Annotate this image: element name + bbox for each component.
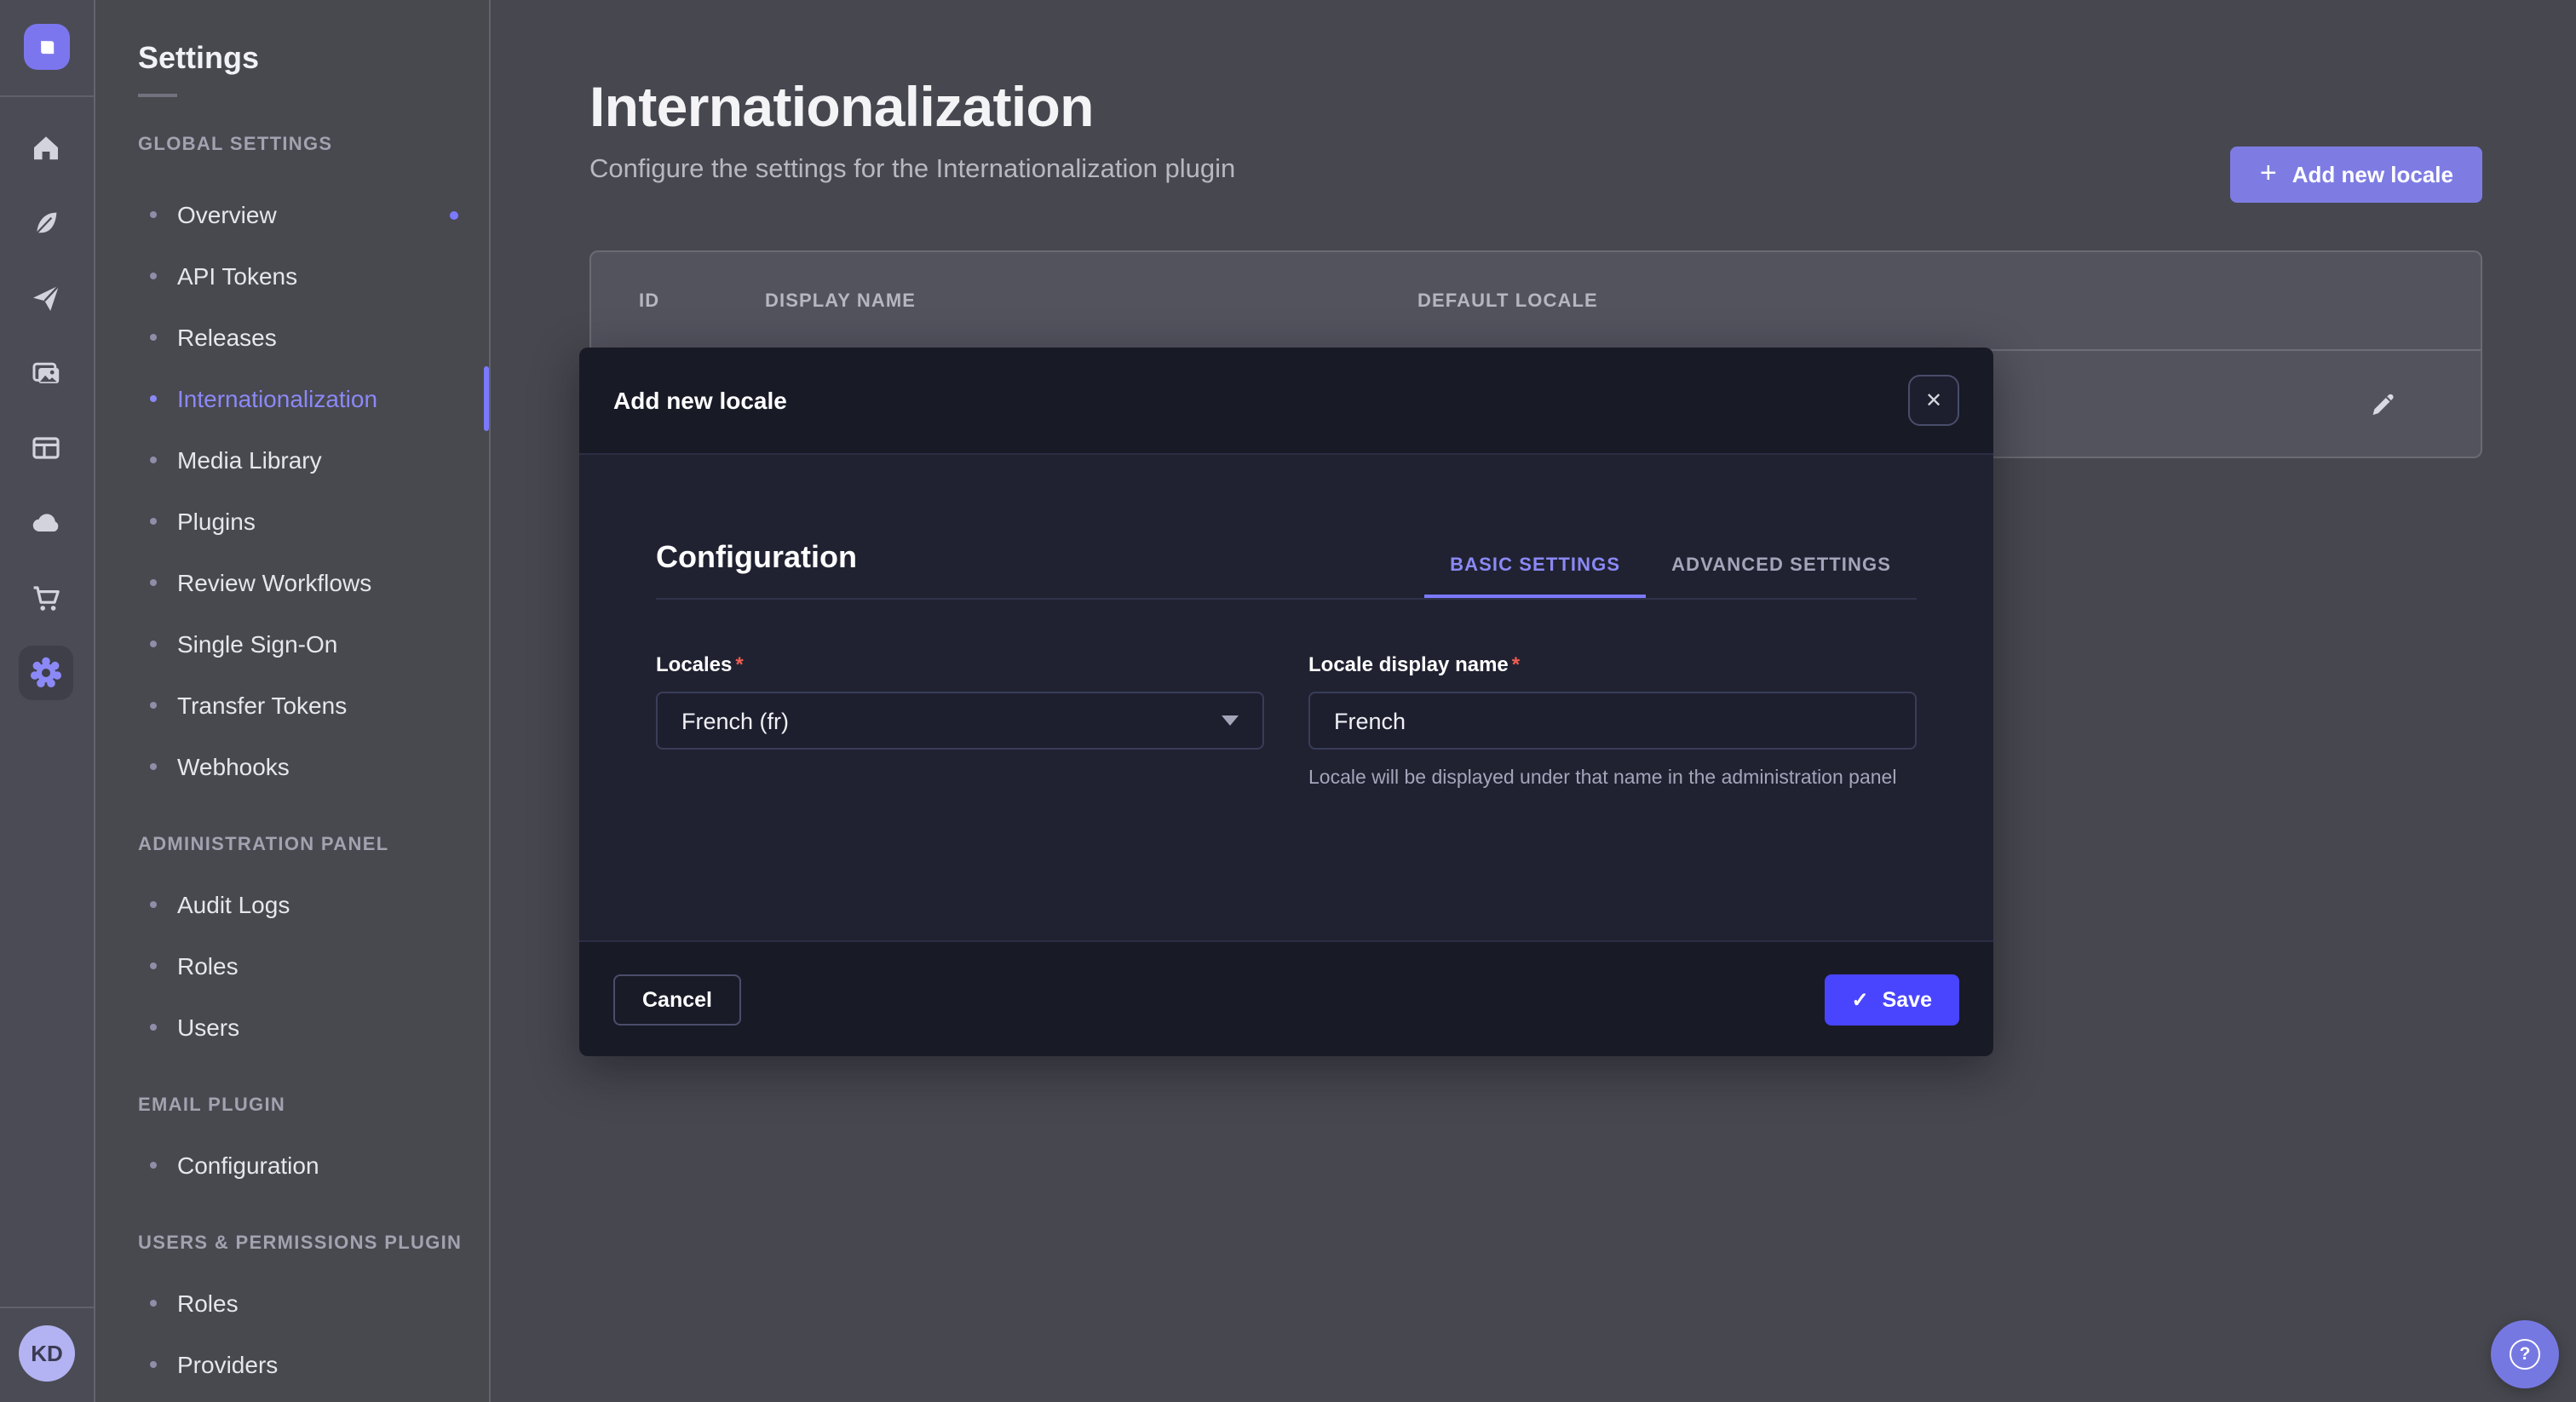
modal-header: Add new locale ✕ <box>579 348 1993 455</box>
table-header-row: ID DISPLAY NAME DEFAULT LOCALE <box>591 252 2481 351</box>
required-asterisk: * <box>735 652 743 676</box>
bullet-icon <box>150 901 157 908</box>
sidebar-item-plugins[interactable]: Plugins <box>95 491 489 552</box>
bullet-icon <box>150 395 157 402</box>
rail-nav <box>0 97 92 721</box>
settings-tabs: BASIC SETTINGS ADVANCED SETTINGS <box>1424 555 1917 598</box>
modal-title: Add new locale <box>613 387 787 414</box>
sidebar-item-transfer-tokens[interactable]: Transfer Tokens <box>95 675 489 736</box>
media-library-icon[interactable] <box>19 346 73 400</box>
bullet-icon <box>150 1024 157 1031</box>
layout-panel-icon[interactable] <box>19 421 73 475</box>
bullet-icon <box>150 1300 157 1307</box>
sidebar-item-api-tokens[interactable]: API Tokens <box>95 245 489 307</box>
sidebar-item-admin-roles[interactable]: Roles <box>95 935 489 997</box>
bullet-icon <box>150 518 157 525</box>
workspace-rail: KD <box>0 0 95 1402</box>
section-header-administration-panel: ADMINISTRATION PANEL <box>138 835 489 857</box>
sidebar-item-media-library[interactable]: Media Library <box>95 429 489 491</box>
question-mark-icon: ? <box>2510 1339 2540 1370</box>
sidebar-item-up-providers[interactable]: Providers <box>95 1334 489 1395</box>
sidebar-item-overview[interactable]: Overview <box>95 184 489 245</box>
bullet-icon <box>150 763 157 770</box>
page-subtitle: Configure the settings for the Internati… <box>589 153 2482 186</box>
bullet-icon <box>150 273 157 279</box>
marketplace-cart-icon[interactable] <box>19 571 73 625</box>
bullet-icon <box>150 579 157 586</box>
sidebar-item-audit-logs[interactable]: Audit Logs <box>95 874 489 935</box>
column-header-display-name: DISPLAY NAME <box>765 290 1417 311</box>
save-button[interactable]: ✓ Save <box>1824 974 1959 1025</box>
locales-select[interactable]: French (fr) <box>656 692 1264 750</box>
help-button[interactable]: ? <box>2491 1320 2559 1388</box>
add-new-locale-modal: Add new locale ✕ Configuration BASIC SET… <box>579 348 1993 1056</box>
strapi-logo[interactable] <box>24 24 70 70</box>
rail-divider <box>0 1307 94 1308</box>
close-icon[interactable]: ✕ <box>1908 375 1959 426</box>
avatar-initials: KD <box>31 1341 63 1366</box>
active-item-indicator <box>484 366 489 431</box>
nav-list-global-settings: Overview API Tokens Releases Internation… <box>95 184 489 797</box>
sidebar-title: Settings <box>138 41 489 77</box>
column-header-id: ID <box>639 290 765 311</box>
configuration-title: Configuration <box>656 540 857 598</box>
settings-sidebar: Settings GLOBAL SETTINGS Overview API To… <box>95 0 491 1402</box>
section-header-email-plugin: EMAIL PLUGIN <box>138 1095 489 1118</box>
chevron-down-icon <box>1222 715 1239 726</box>
sidebar-item-email-configuration[interactable]: Configuration <box>95 1135 489 1196</box>
modal-body: Configuration BASIC SETTINGS ADVANCED SE… <box>579 455 1993 940</box>
sidebar-item-single-sign-on[interactable]: Single Sign-On <box>95 613 489 675</box>
display-name-label: Locale display name* <box>1308 652 1917 676</box>
content-manager-feather-icon[interactable] <box>19 196 73 250</box>
locale-form: Locales* French (fr) Locale display name… <box>656 652 1917 793</box>
display-name-helper-text: Locale will be displayed under that name… <box>1308 765 1917 793</box>
sidebar-item-internationalization[interactable]: Internationalization <box>95 368 489 429</box>
bullet-icon <box>150 1162 157 1169</box>
plus-icon: + <box>2260 158 2277 187</box>
send-plane-icon[interactable] <box>19 271 73 325</box>
check-icon: ✓ <box>1851 987 1868 1011</box>
cancel-button[interactable]: Cancel <box>613 974 741 1025</box>
bullet-icon <box>150 1361 157 1368</box>
bullet-icon <box>150 702 157 709</box>
sidebar-item-webhooks[interactable]: Webhooks <box>95 736 489 797</box>
modal-footer: Cancel ✓ Save <box>579 940 1993 1056</box>
cloud-icon[interactable] <box>19 496 73 550</box>
section-header-users-permissions-plugin: USERS & PERMISSIONS PLUGIN <box>138 1233 489 1255</box>
tab-basic-settings[interactable]: BASIC SETTINGS <box>1424 555 1646 598</box>
edit-pencil-icon[interactable] <box>2358 380 2406 428</box>
settings-gear-icon[interactable] <box>19 646 73 700</box>
app-viewport: KD Settings GLOBAL SETTINGS Overview API… <box>0 0 2576 1402</box>
sidebar-item-up-roles[interactable]: Roles <box>95 1273 489 1334</box>
locales-label: Locales* <box>656 652 1264 676</box>
home-icon[interactable] <box>19 121 73 175</box>
section-header-global-settings: GLOBAL SETTINGS <box>138 135 489 157</box>
bullet-icon <box>150 211 157 218</box>
bullet-icon <box>150 962 157 969</box>
locale-display-name-input[interactable] <box>1308 692 1917 750</box>
configuration-section-head: Configuration BASIC SETTINGS ADVANCED SE… <box>656 540 1917 600</box>
locales-select-value: French (fr) <box>681 708 789 733</box>
nav-list-users-permissions: Roles Providers <box>95 1273 489 1395</box>
sidebar-item-admin-users[interactable]: Users <box>95 997 489 1058</box>
bullet-icon <box>150 457 157 463</box>
bullet-icon <box>150 334 157 341</box>
column-header-default-locale: DEFAULT LOCALE <box>1417 290 2481 311</box>
strapi-logo-glyph <box>32 32 61 61</box>
add-new-locale-button[interactable]: + Add new locale <box>2231 147 2482 203</box>
tab-advanced-settings[interactable]: ADVANCED SETTINGS <box>1646 555 1917 598</box>
required-asterisk: * <box>1512 652 1520 676</box>
nav-list-email-plugin: Configuration <box>95 1135 489 1196</box>
bullet-icon <box>150 641 157 647</box>
sidebar-item-review-workflows[interactable]: Review Workflows <box>95 552 489 613</box>
nav-list-administration-panel: Audit Logs Roles Users <box>95 874 489 1058</box>
page-title: Internationalization <box>589 75 2482 138</box>
sidebar-item-releases[interactable]: Releases <box>95 307 489 368</box>
title-divider <box>138 94 177 97</box>
notification-dot <box>450 211 458 220</box>
user-avatar[interactable]: KD <box>19 1325 75 1382</box>
